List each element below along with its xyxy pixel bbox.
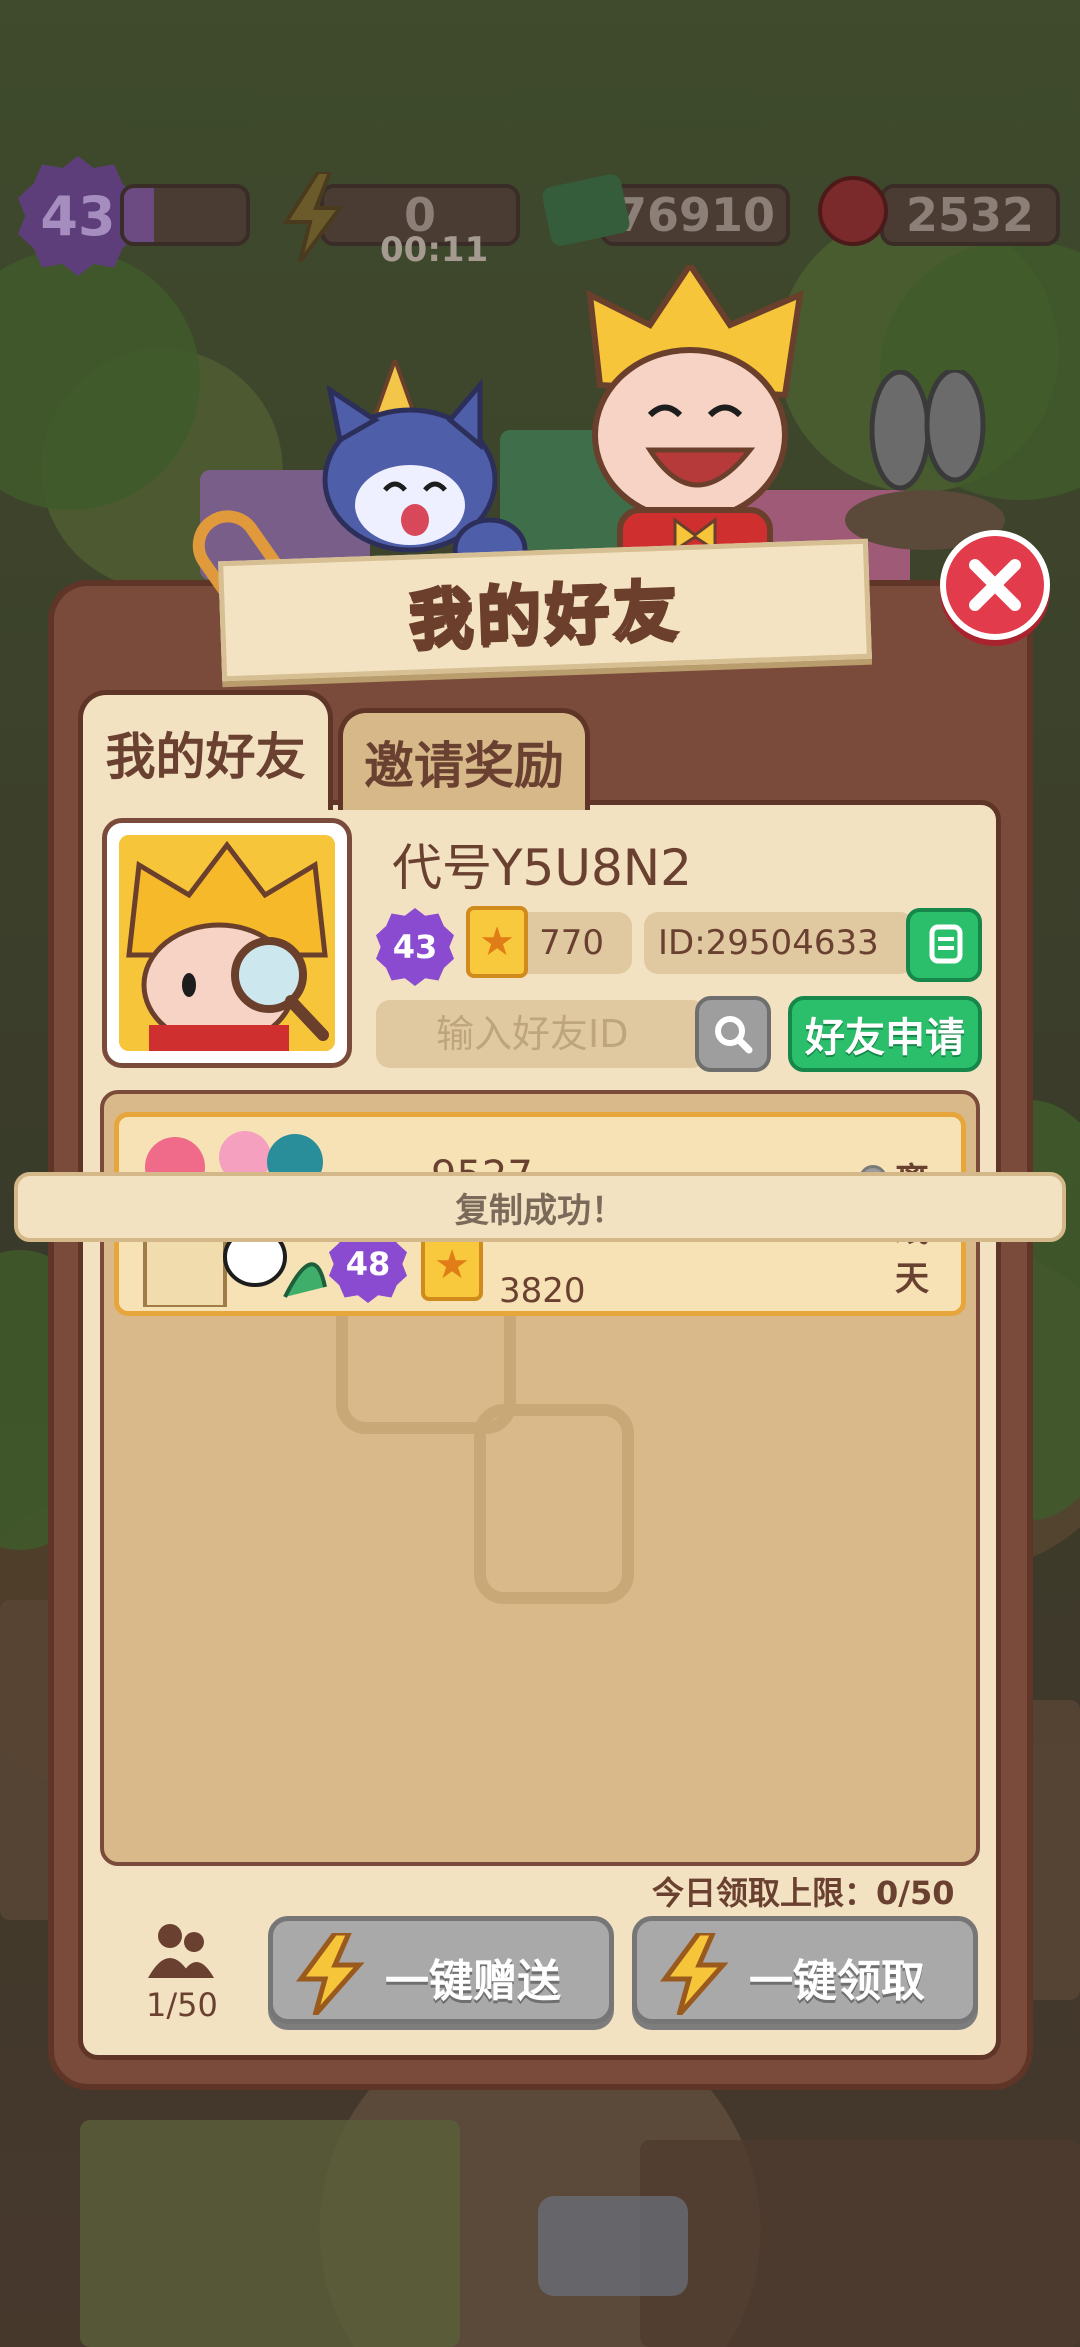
boy-character-illustration [586, 265, 804, 575]
friend-count: 1/50 [146, 1986, 218, 2024]
daily-limit: 今日领取上限：0/50 [652, 1874, 955, 1912]
claim-all-label: 一键领取 [749, 1956, 925, 2007]
player-level-value: 43 [40, 184, 116, 248]
player-id-pill: ID:29504633 [644, 912, 914, 974]
page-title: 我的好友 [407, 573, 684, 659]
copy-id-button[interactable] [906, 908, 982, 982]
claim-all-button[interactable]: 一键领取 [632, 1916, 978, 2024]
friend-level-value: 48 [345, 1245, 391, 1283]
toast-text: 复制成功！ [455, 1190, 625, 1231]
cash-counter[interactable]: 76910 [600, 184, 790, 246]
player-id: ID:29504633 [658, 923, 879, 963]
lightning-icon [296, 1933, 365, 2015]
send-all-button[interactable]: 一键赠送 [268, 1916, 614, 2024]
star-card-icon: ★ [466, 906, 528, 978]
avatar-image [119, 835, 335, 1051]
energy-timer: 00:11 [380, 230, 489, 270]
friend-request-button[interactable]: 好友申请 [788, 996, 982, 1072]
empty-state-face-decoration [474, 1404, 634, 1604]
copy-icon [929, 924, 963, 964]
send-all-label: 一键赠送 [385, 1956, 561, 2007]
title-banner: 我的好友 [218, 538, 872, 682]
search-icon [715, 1016, 753, 1054]
people-icon [148, 1924, 214, 1978]
shop-gift-icon [538, 2196, 688, 2296]
close-icon [969, 559, 1021, 611]
close-button[interactable] [940, 530, 1050, 640]
energy-lightning-icon [282, 172, 344, 262]
player-stars-value: 770 [539, 923, 604, 963]
gem-value: 2532 [905, 188, 1035, 242]
level-progress-bar [120, 184, 250, 246]
cash-value: 76910 [614, 188, 776, 242]
search-button[interactable] [695, 996, 771, 1072]
tab-label: 邀请奖励 [364, 736, 564, 795]
bunny-hat-decoration [845, 370, 1005, 550]
copy-success-toast: 复制成功！ [14, 1172, 1066, 1242]
lightning-icon [660, 1933, 729, 2015]
tab-label: 我的好友 [105, 727, 306, 786]
player-avatar[interactable] [102, 818, 352, 1068]
player-level-small-value: 43 [392, 928, 438, 966]
friend-request-label: 好友申请 [805, 1015, 965, 1061]
tab-invite-rewards[interactable]: 邀请奖励 [338, 708, 590, 810]
friend-stars: 3820 [499, 1271, 586, 1311]
gem-counter[interactable]: 2532 [880, 184, 1060, 246]
player-nickname: 代号Y5U8N2 [392, 839, 692, 897]
tab-my-friends[interactable]: 我的好友 [78, 690, 333, 810]
gem-icon [818, 176, 888, 246]
friend-id-input[interactable] [376, 1000, 706, 1068]
